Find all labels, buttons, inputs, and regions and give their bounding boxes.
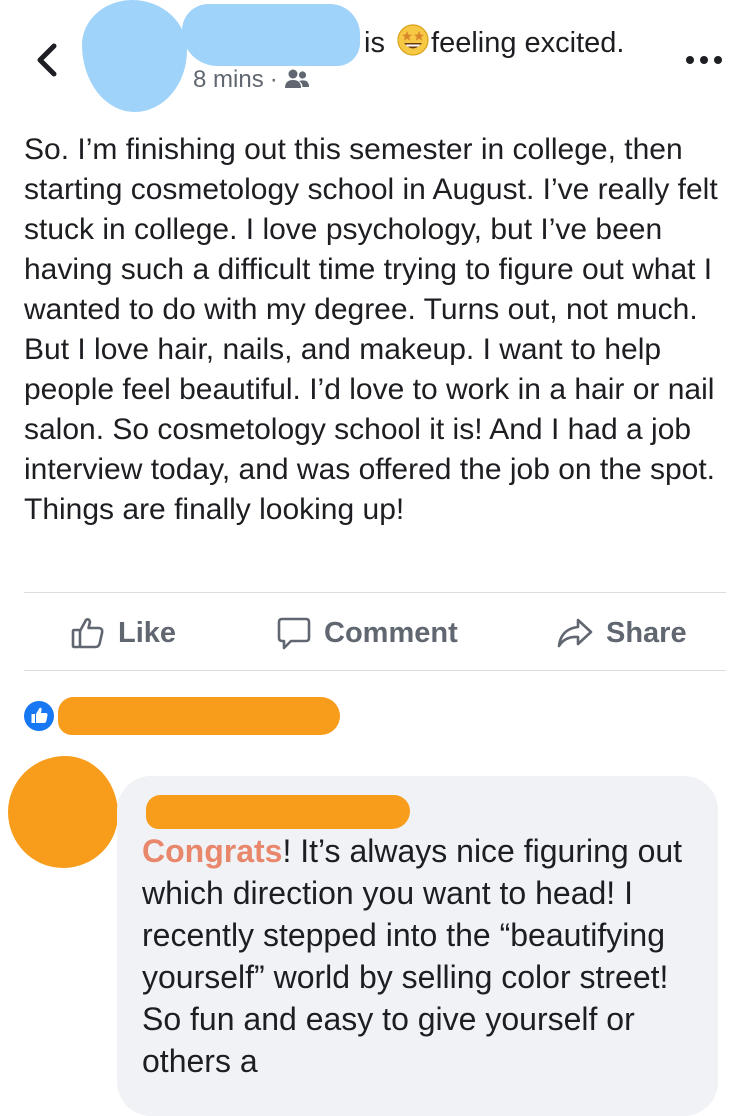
more-options-icon <box>686 56 722 64</box>
post-meta: 8 mins · <box>193 64 310 101</box>
timestamp[interactable]: 8 mins <box>193 66 264 93</box>
like-label: Like <box>118 616 177 649</box>
comment-button[interactable]: Comment <box>276 612 458 654</box>
comment-text: Congrats! It’s always nice figuring out … <box>142 830 702 1082</box>
comment-body: ! It’s always nice figuring out which di… <box>142 833 683 1079</box>
star-struck-emoji-icon <box>397 24 429 65</box>
comment-bubble-icon <box>277 617 311 650</box>
share-button[interactable]: Share <box>556 612 687 654</box>
feeling-text: feeling excited. <box>431 27 625 59</box>
post-text: So. I’m finishing out this semester in c… <box>24 133 718 526</box>
divider-bottom <box>24 670 726 671</box>
status-verb: is <box>364 27 385 59</box>
redacted-avatar <box>82 0 187 112</box>
redacted-reactors[interactable] <box>58 697 340 735</box>
comment-highlight: Congrats <box>142 833 283 869</box>
share-label: Share <box>606 616 687 649</box>
redacted-commenter-name[interactable] <box>146 795 410 829</box>
friends-icon[interactable] <box>284 68 310 101</box>
more-options-button[interactable] <box>684 50 724 70</box>
divider-top <box>24 592 726 593</box>
chevron-left-icon <box>37 43 57 77</box>
status-line: is feeling excited. <box>364 24 624 65</box>
separator: · <box>269 66 278 93</box>
like-badge-icon[interactable] <box>24 701 54 731</box>
thumbs-up-icon <box>71 618 104 649</box>
redacted-commenter-avatar[interactable] <box>8 756 118 868</box>
back-button[interactable] <box>28 40 68 80</box>
comment-label: Comment <box>324 616 458 649</box>
redacted-name <box>182 4 360 66</box>
like-button[interactable]: Like <box>70 612 176 654</box>
share-arrow-icon <box>557 618 593 648</box>
